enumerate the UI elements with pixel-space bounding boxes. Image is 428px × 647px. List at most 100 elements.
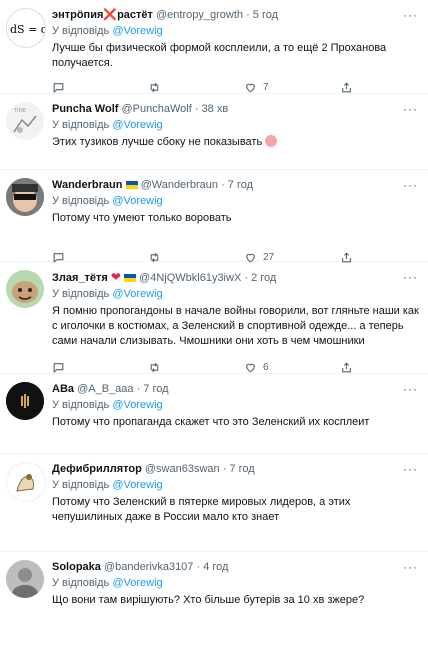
ukraine-flag-icon bbox=[123, 274, 136, 282]
tweet-2[interactable]: TIME Puncha Wolf @PunchaWolf · 38 хв У в… bbox=[0, 94, 428, 170]
reply-button[interactable] bbox=[52, 360, 65, 374]
more-options-icon[interactable]: ··· bbox=[403, 462, 418, 476]
more-options-icon[interactable]: ··· bbox=[403, 178, 418, 192]
author-handle[interactable]: @banderivka3107 bbox=[104, 561, 193, 573]
author-handle[interactable]: @swan63swan bbox=[145, 463, 220, 475]
author-name[interactable]: Puncha Wolf bbox=[52, 103, 118, 115]
share-button[interactable] bbox=[340, 360, 353, 374]
avatar[interactable] bbox=[6, 270, 44, 308]
separator-dot: · bbox=[244, 272, 249, 284]
retweet-icon bbox=[150, 362, 159, 372]
reply-context: У відповідь @Vorewig bbox=[52, 118, 420, 133]
tweet-text: Лучше бы физической формой косплеили, а … bbox=[52, 42, 387, 69]
cross-mark-icon: ❌ bbox=[103, 9, 118, 21]
reply-prefix: У відповідь bbox=[52, 25, 110, 37]
tweet-1[interactable]: dS = dQ/T энтрöпия❌растёт @entropy_growt… bbox=[0, 0, 428, 94]
tweet-text: Я помню пропогандоны в начале войны гово… bbox=[52, 305, 419, 347]
tweet-text: Этих тузиков лучше сбоку не показывать bbox=[52, 135, 420, 150]
ukraine-flag-icon bbox=[125, 181, 138, 189]
avatar[interactable] bbox=[6, 178, 44, 216]
tweet-time[interactable]: 38 хв bbox=[202, 103, 229, 115]
author-name[interactable]: Solopaka bbox=[52, 561, 101, 573]
tweet-5[interactable]: АВа @A_B_aaa · 7 год У відповідь @Vorewi… bbox=[0, 374, 428, 454]
tweet-text: Що вони там вирішують? Хто більше бутері… bbox=[52, 594, 365, 606]
reply-mention-link[interactable]: @Vorewig bbox=[112, 479, 162, 491]
author-handle[interactable]: @entropy_growth bbox=[156, 9, 243, 21]
avatar[interactable] bbox=[6, 382, 44, 420]
author-handle[interactable]: @4NjQWbkl61y3iwX bbox=[139, 272, 241, 284]
avatar-formula-text: dS = dQ/T bbox=[10, 23, 45, 36]
avatar[interactable]: TIME bbox=[6, 102, 44, 140]
like-button[interactable]: 6 bbox=[244, 360, 269, 374]
tweet-time[interactable]: 7 год bbox=[143, 383, 168, 395]
reply-context: У відповідь @Vorewig bbox=[52, 478, 420, 493]
author-handle[interactable]: @A_B_aaa bbox=[77, 383, 133, 395]
author-name[interactable]: АВа bbox=[52, 383, 74, 395]
more-options-icon[interactable]: ··· bbox=[403, 270, 418, 284]
author-handle[interactable]: @PunchaWolf bbox=[121, 103, 191, 115]
reply-icon bbox=[53, 82, 64, 93]
reply-prefix: У відповідь bbox=[52, 119, 110, 131]
avatar[interactable]: dS = dQ/T bbox=[6, 8, 46, 48]
tweet-text: Потому что умеют только воровать bbox=[52, 212, 232, 224]
separator-dot: · bbox=[246, 9, 250, 21]
svg-text:TIME: TIME bbox=[13, 108, 26, 114]
reply-mention-link[interactable]: @Vorewig bbox=[112, 25, 162, 37]
reply-mention-link[interactable]: @Vorewig bbox=[112, 399, 162, 411]
avatar[interactable] bbox=[6, 560, 44, 598]
more-options-icon[interactable]: ··· bbox=[403, 382, 418, 396]
author-handle[interactable]: @Wanderbraun bbox=[141, 179, 218, 191]
reply-mention-link[interactable]: @Vorewig bbox=[112, 119, 162, 131]
retweet-button[interactable] bbox=[148, 360, 161, 374]
reply-context: У відповідь @Vorewig bbox=[52, 576, 420, 591]
retweet-icon bbox=[150, 82, 159, 92]
reply-context: У відповідь @Vorewig bbox=[52, 287, 420, 302]
tweet-time[interactable]: 5 год bbox=[253, 9, 278, 21]
separator-dot: · bbox=[194, 103, 199, 115]
tweet-7[interactable]: Solopaka @banderivka3107 · 4 год У відпо… bbox=[0, 552, 428, 647]
tweet-3[interactable]: Wanderbraun @Wanderbraun · 7 год У відпо… bbox=[0, 170, 428, 263]
reply-prefix: У відповідь bbox=[52, 577, 110, 589]
avatar[interactable] bbox=[6, 462, 46, 502]
author-name[interactable]: Wanderbraun bbox=[52, 179, 123, 191]
tweet-text: Потому что Зеленский в пятерке мировых л… bbox=[52, 496, 351, 523]
heart-icon bbox=[246, 363, 255, 372]
reply-icon bbox=[53, 362, 64, 373]
face-emoji-icon bbox=[265, 135, 278, 147]
share-button[interactable] bbox=[340, 80, 353, 94]
heart-icon bbox=[246, 83, 255, 92]
reply-mention-link[interactable]: @Vorewig bbox=[112, 577, 162, 589]
more-options-icon[interactable]: ··· bbox=[403, 560, 418, 574]
like-count: 6 bbox=[263, 361, 269, 373]
reply-context: У відповідь @Vorewig bbox=[52, 398, 420, 413]
separator-dot: · bbox=[196, 561, 201, 573]
tweet-time[interactable]: 4 год bbox=[203, 561, 228, 573]
tweet-time[interactable]: 7 год bbox=[228, 179, 253, 191]
author-name-suffix[interactable]: растёт bbox=[117, 9, 153, 21]
tweet-6[interactable]: Дефибриллятор @swan63swan · 7 год У відп… bbox=[0, 454, 428, 552]
reply-prefix: У відповідь bbox=[52, 479, 110, 491]
reply-prefix: У відповідь bbox=[52, 195, 110, 207]
tweet-time[interactable]: 2 год bbox=[251, 272, 276, 284]
reply-context: У відповідь @Vorewig bbox=[52, 24, 420, 39]
reply-prefix: У відповідь bbox=[52, 288, 110, 300]
separator-dot: · bbox=[136, 383, 141, 395]
separator-dot: · bbox=[222, 463, 227, 475]
more-options-icon[interactable]: ··· bbox=[403, 8, 418, 22]
share-icon bbox=[342, 361, 351, 372]
reply-context: У відповідь @Vorewig bbox=[52, 194, 420, 209]
reply-button[interactable] bbox=[52, 80, 65, 94]
retweet-button[interactable] bbox=[148, 80, 161, 94]
author-name[interactable]: энтрöпия bbox=[52, 9, 103, 21]
reply-mention-link[interactable]: @Vorewig bbox=[112, 195, 162, 207]
more-options-icon[interactable]: ··· bbox=[403, 102, 418, 116]
tweet-4[interactable]: Злая_тётя ❤ @4NjQWbkl61y3iwX · 2 год У в… bbox=[0, 262, 428, 374]
tweet-time[interactable]: 7 год bbox=[229, 463, 254, 475]
reply-mention-link[interactable]: @Vorewig bbox=[112, 288, 162, 300]
author-name[interactable]: Злая_тётя bbox=[52, 272, 108, 284]
reply-prefix: У відповідь bbox=[52, 399, 110, 411]
separator-dot: · bbox=[221, 179, 225, 191]
author-name[interactable]: Дефибриллятор bbox=[52, 463, 142, 475]
like-count: 7 bbox=[263, 81, 269, 93]
like-button[interactable]: 7 bbox=[244, 80, 269, 94]
